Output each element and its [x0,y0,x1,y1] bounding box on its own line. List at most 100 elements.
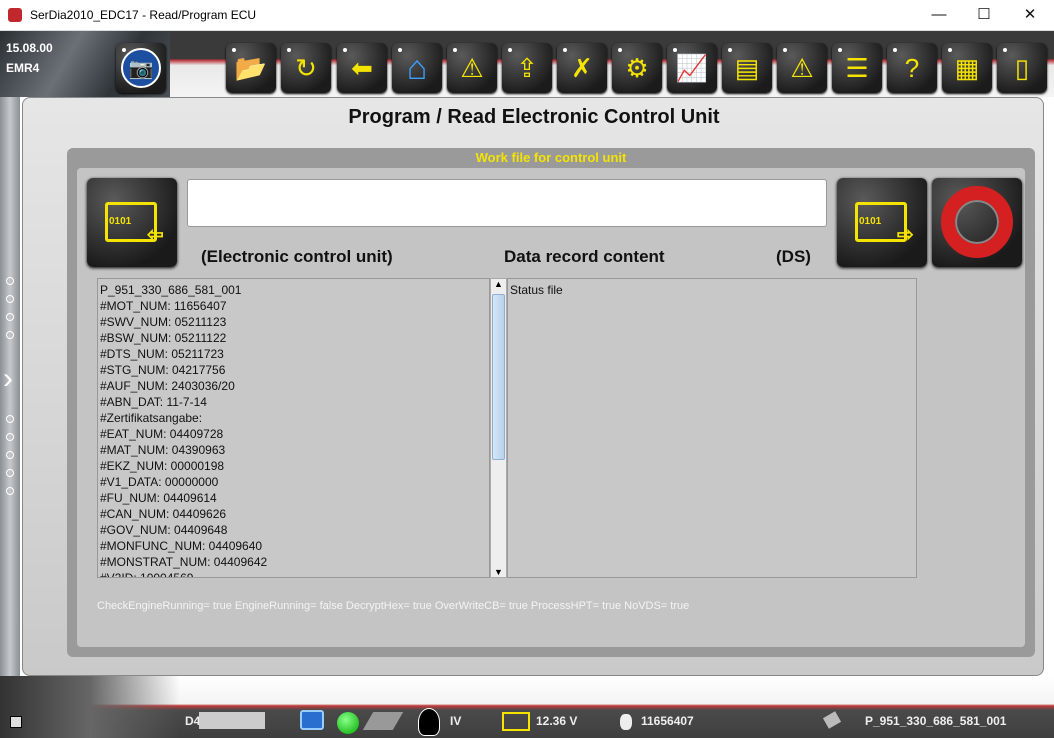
units-icon: ▤ [734,52,760,83]
battery-icon [502,712,530,731]
document-icon: ▦ [954,52,980,83]
side-dot-icon [6,331,14,339]
user-level-icon [418,708,440,736]
save-file-button[interactable]: 0101 ⇨ [837,178,927,267]
camera-icon: 📷 [121,48,161,88]
back-icon: ⬅ [351,52,373,83]
warning-icon: ⚠ [460,52,484,83]
camera-button[interactable]: 📷 [116,43,166,93]
exit-door-button[interactable]: ▯ [997,43,1047,93]
refresh-button[interactable] [932,178,1022,267]
side-dot-icon [6,295,14,303]
sliders-button[interactable]: ☰ [832,43,882,93]
ecu-info-line: #V1_DATA: 00000000 [100,475,219,489]
home-button[interactable]: ⌂ [392,43,442,93]
load-file-button[interactable]: 0101 ⇦ [87,178,177,267]
ecu-info-line: #Zertifikatsangabe: [100,411,203,425]
document-button[interactable]: ▦ [942,43,992,93]
side-dot-icon [6,469,14,477]
gear-wrench-icon: ⚙ [625,52,649,83]
work-file-input[interactable] [187,179,827,227]
work-file-content: 0101 ⇦ 0101 ⇨ (Electronic control unit) … [77,168,1025,647]
back-button[interactable]: ⬅ [337,43,387,93]
window-title: SerDia2010_EDC17 - Read/Program ECU [30,8,257,22]
engine-icon [620,714,632,730]
app-icon [8,8,22,22]
upload-file-icon: ⇪ [516,52,538,83]
device-id-redacted [199,712,265,729]
page-title: Program / Read Electronic Control Unit [348,106,720,128]
open-folder-button[interactable]: 📂 [226,43,276,93]
ecu-info-line: #CAN_NUM: 04409626 [100,507,227,521]
alert-button[interactable]: ⚠ [777,43,827,93]
engine-number: 11656407 [641,714,694,728]
scroll-down-icon[interactable]: ▼ [494,567,503,577]
interface-icon [300,710,324,730]
version-label: 15.08.00 [6,41,53,55]
open-folder-icon: 📂 [234,52,268,83]
ecu-info-line: #AUF_NUM: 2403036/20 [100,379,235,393]
maximize-button[interactable]: ☐ [961,4,1007,26]
mechanic-image [0,676,180,738]
ecu-info-line: #GOV_NUM: 04409648 [100,523,228,537]
section-ds-label: (DS) [776,247,811,266]
toolbar: 15.08.00 EMR4 📷 📂 ↻ ⬅ ⌂ ⚠ ⇪ ✗ ⚙ 📈 ▤ ⚠ ☰? ▦ ▯ [0,31,1054,97]
flags-text: CheckEngineRunning= true EngineRunning= … [97,600,690,612]
ecu-info-line: #EKZ_NUM: 00000198 [100,459,225,473]
warning-button[interactable]: ⚠ [447,43,497,93]
gear-wrench-button[interactable]: ⚙ [612,43,662,93]
ecu-info-list[interactable]: P_951_330_686_581_001 #MOT_NUM: 11656407 #… [97,278,490,578]
connection-status-icon [337,712,359,734]
help-button[interactable]: ? [887,43,937,93]
work-file-panel: Work file for control unit 0101 ⇦ 0101 ⇨… [67,148,1035,657]
checkbox-icon[interactable] [10,716,22,728]
tools-button[interactable]: ✗ [557,43,607,93]
scroll-up-icon[interactable]: ▲ [494,279,503,289]
status-bar: D4 IV 12.36 V 11656407 P_951_330_686_581… [0,676,1054,738]
battery-voltage: 12.36 V [536,714,578,728]
ecu-type-label: EMR4 [6,61,40,75]
exit-door-icon: ▯ [1014,52,1030,83]
side-panel-handle[interactable]: › [0,97,20,676]
dataset-icon [822,711,842,729]
section-ecu-label: (Electronic control unit) [201,247,393,266]
refresh-circle-icon [941,186,1013,258]
side-dot-icon [6,313,14,321]
work-file-header: Work file for control unit [475,150,627,165]
side-dot-icon [6,415,14,423]
ecu-info-line: #EAT_NUM: 04409728 [100,427,224,441]
home-icon: ⌂ [406,48,428,87]
arrow-right-icon: ⇨ [897,224,914,246]
data-record-content[interactable]: Status file [507,278,917,578]
close-button[interactable]: ✕ [1007,4,1053,26]
folder-label: 0101 [109,216,132,227]
expand-arrow-icon[interactable]: › [3,362,13,396]
units-button[interactable]: ▤ [722,43,772,93]
ecu-info-line: #MONSTRAT_NUM: 04409642 [100,555,268,569]
ecu-info-line: #MAT_NUM: 04390963 [100,443,226,457]
section-content-label: Data record content [504,247,665,266]
ecu-list-scrollbar[interactable]: ▲ ▼ [490,278,507,578]
refresh-icon: ↻ [295,52,317,83]
ecu-info-line: #FU_NUM: 04409614 [100,491,217,505]
chart-icon: 📈 [675,52,709,83]
arrow-left-icon: ⇦ [147,224,164,246]
upload-file-button[interactable]: ⇪ [502,43,552,93]
ecu-info-line: #V2ID: 10004569 [100,571,194,578]
chart-button[interactable]: 📈 [667,43,717,93]
ecu-info-line: P_951_330_686_581_001 [100,283,242,297]
ecu-info-line: #MONFUNC_NUM: 04409640 [100,539,263,553]
refresh-button[interactable]: ↻ [281,43,331,93]
minimize-button[interactable]: — [916,4,962,26]
ecu-info-line: #SWV_NUM: 05211123 [100,315,227,329]
ecu-info-line: #BSW_NUM: 05211122 [100,331,227,345]
tools-icon: ✗ [571,52,593,83]
side-dot-icon [6,451,14,459]
main-panel: Program / Read Electronic Control Unit W… [22,97,1044,676]
scroll-thumb[interactable] [492,294,505,460]
ecu-info-line: #MOT_NUM: 11656407 [100,299,227,313]
alert-icon: ⚠ [790,52,814,83]
title-bar: SerDia2010_EDC17 - Read/Program ECU — ☐ … [0,0,1054,31]
help-icon: ? [904,52,920,83]
user-level: IV [450,714,462,728]
